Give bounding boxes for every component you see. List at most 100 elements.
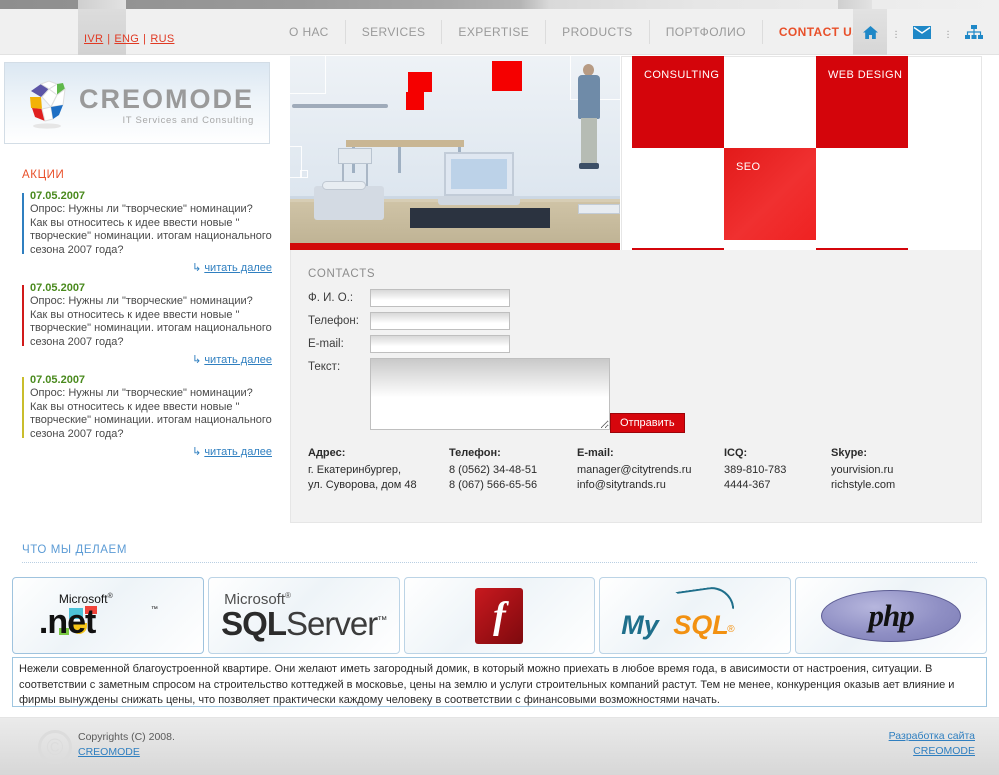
logo-box[interactable]: CREOMODE IT Services and Consulting — [4, 62, 270, 144]
contact-info-line: 389-810-783 — [724, 464, 787, 476]
nav-item-1[interactable]: О НАС — [281, 20, 346, 44]
service-tile-web-design[interactable]: WEB DESIGN — [816, 56, 908, 148]
developer-label-link[interactable]: Разработка сайта — [889, 729, 975, 744]
read-more-link[interactable]: читать далее — [204, 446, 272, 458]
sqlserver-logo-card[interactable]: Microsoft® SQLServer™ — [207, 577, 400, 654]
php-logo-card[interactable]: php — [795, 577, 987, 654]
news-item: 07.05.2007 Опрос: Нужны ли "творческие" н… — [22, 282, 272, 349]
contact-info-column: E-mail: manager@citytrends.ru info@sitytra… — [577, 446, 724, 493]
top-bar-lang-segment — [78, 0, 126, 9]
news-text: Опрос: Нужны ли "творческие" номинации? … — [30, 295, 272, 348]
hero-desk-mat — [410, 208, 550, 228]
contact-info-line: richstyle.com — [831, 479, 896, 491]
nav-item-4[interactable]: PRODUCTS — [546, 20, 650, 44]
service-tile-seo[interactable]: SEO — [724, 148, 816, 240]
contact-info-title: E-mail: — [577, 447, 614, 459]
contacts-heading: CONTACTS — [308, 268, 376, 280]
dotnet-logo-card[interactable]: Microsoft® .net ™ — [12, 577, 204, 654]
contact-info-row: Адрес: г. Екатеринбургер, ул. Суворова, до… — [308, 446, 968, 493]
form-row: E-mail: — [308, 335, 668, 353]
sitemap-icon — [965, 24, 983, 39]
mysql-logo-card[interactable]: My SQL ® — [599, 577, 792, 654]
field-input-3[interactable] — [370, 335, 510, 353]
nav-item-5[interactable]: ПОРТФОЛИО — [650, 20, 763, 44]
contact-info-line: info@sitytrands.ru — [577, 479, 666, 491]
field-input-1[interactable] — [370, 289, 510, 307]
copyright-line: Copyrights (C) 2008. — [78, 731, 175, 743]
site-header: IVR | ENG | RUS О НАС SERVICES EXPERTISE PRODUC… — [0, 9, 999, 55]
language-link-ivr[interactable]: IVR — [84, 33, 103, 45]
news-text: Опрос: Нужны ли "творческие" номинации? … — [30, 203, 272, 256]
creomode-logo-icon — [30, 80, 66, 129]
language-separator: | — [143, 33, 147, 45]
logo-tagline: IT Services and Consulting — [122, 115, 255, 126]
contact-info-column: Skype: yourvision.ru richstyle.com — [831, 446, 951, 493]
read-more-arrow-icon: ↳ — [192, 446, 202, 458]
news-list: 07.05.2007 Опрос: Нужны ли "творческие" н… — [22, 190, 272, 466]
language-active-highlight — [78, 9, 126, 55]
home-icon — [862, 25, 878, 39]
news-item: 07.05.2007 Опрос: Нужны ли "творческие" н… — [22, 374, 272, 441]
developer-link[interactable]: CREOMODE — [889, 744, 975, 759]
contact-info-title: ICQ: — [724, 447, 748, 459]
news-text: Опрос: Нужны ли "творческие" номинации? … — [30, 387, 272, 440]
news-accent-bar — [22, 285, 24, 346]
language-link-rus[interactable]: RUS — [150, 33, 174, 45]
language-switcher: IVR | ENG | RUS — [84, 33, 174, 45]
mysql-logo: My SQL ® — [615, 583, 775, 644]
php-logo: php — [821, 589, 962, 642]
dotnet-tm: ™ — [150, 605, 158, 613]
form-label: E-mail: — [308, 338, 344, 350]
contact-info-title: Skype: — [831, 447, 868, 459]
language-link-eng[interactable]: ENG — [114, 33, 139, 45]
mail-icon — [913, 25, 931, 39]
hero-desk-lamp — [292, 104, 388, 108]
contact-info-title: Телефон: — [449, 447, 501, 459]
contact-info-line: 8 (0562) 34-48-51 — [449, 464, 538, 476]
news-section-title: АКЦИИ — [22, 169, 65, 181]
dotnet-product: .net — [38, 602, 96, 641]
contact-info-line: ул. Суворова, дом 48 — [308, 479, 417, 491]
hero-binder — [578, 204, 620, 214]
field-input-2[interactable] — [370, 312, 510, 330]
hero-laptop — [438, 152, 520, 210]
news-accent-bar — [22, 193, 24, 254]
news-accent-bar — [22, 377, 24, 438]
read-more-link[interactable]: читать далее — [204, 262, 272, 274]
hero-red-square-2 — [406, 92, 424, 110]
hero-person — [576, 64, 602, 174]
hero-banner-image — [290, 56, 620, 250]
message-textarea[interactable] — [370, 358, 610, 430]
news-date: 07.05.2007 — [30, 374, 86, 386]
news-read-more: ↳ читать далее — [22, 445, 272, 458]
copyright-link[interactable]: CREOMODE — [78, 745, 175, 760]
submit-button[interactable]: Отправить — [610, 413, 685, 433]
home-icon-button[interactable] — [853, 9, 887, 55]
icon-separator-dots-1: ... — [894, 22, 898, 41]
form-row: Телефон: — [308, 312, 668, 330]
read-more-link[interactable]: читать далее — [204, 354, 272, 366]
top-gradient-bar — [0, 0, 999, 9]
technology-logo-strip: Microsoft® .net ™ Microsoft® SQLServer™ … — [12, 577, 987, 654]
contact-info-line: г. Екатеринбургер, — [308, 464, 402, 476]
contact-info-line: 4444-367 — [724, 479, 771, 491]
flash-letter: f — [493, 594, 506, 637]
logo-word: CREOMODE — [79, 84, 255, 114]
form-label: Телефон: — [308, 315, 359, 327]
news-item: 07.05.2007 Опрос: Нужны ли "творческие" н… — [22, 190, 272, 257]
nav-item-2[interactable]: SERVICES — [346, 20, 443, 44]
service-tile-consulting[interactable]: CONSULTING — [632, 56, 724, 148]
nav-item-3[interactable]: EXPERTISE — [442, 20, 547, 44]
language-separator: | — [107, 33, 111, 45]
developer-credit: Разработка сайта CREOMODE — [889, 729, 975, 759]
php-text: php — [868, 597, 914, 633]
icon-separator-dots-2: ... — [946, 22, 950, 41]
bottom-paragraph: Нежели современной благоустроенной кварт… — [12, 657, 987, 707]
mysql-part2: SQL — [673, 609, 729, 640]
sitemap-icon-button[interactable] — [957, 9, 991, 55]
flash-logo-card[interactable]: f — [403, 577, 596, 654]
read-more-arrow-icon: ↳ — [192, 354, 202, 366]
contact-info-column: Телефон: 8 (0562) 34-48-51 8 (067) 566-65-… — [449, 446, 577, 493]
mail-icon-button[interactable] — [905, 9, 939, 55]
service-tile-label: WEB DESIGN — [828, 69, 903, 81]
